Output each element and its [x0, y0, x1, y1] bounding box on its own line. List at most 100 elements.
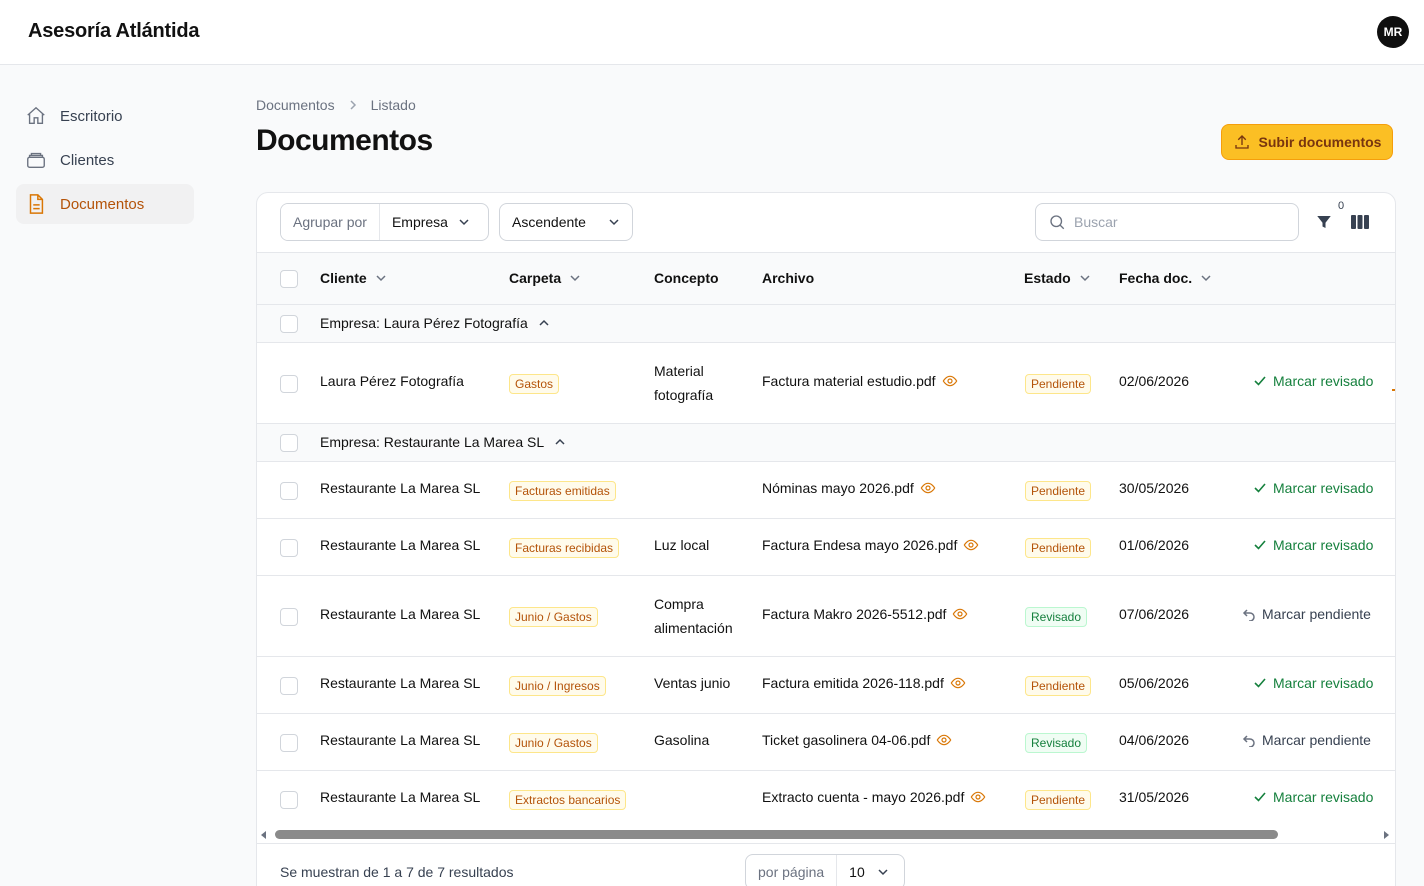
folder-badge: Extractos bancarios [509, 790, 627, 810]
column-header-carpeta[interactable]: Carpeta [509, 270, 581, 286]
breadcrumb-item-documentos[interactable]: Documentos [256, 97, 335, 113]
file-name: Factura Makro 2026-5512.pdf [762, 606, 947, 622]
column-header-label: Cliente [320, 270, 367, 286]
documents-table-card: Agrupar por Empresa Ascendente 0 Cliente [256, 192, 1396, 886]
eye-icon[interactable] [970, 789, 986, 805]
eye-icon[interactable] [920, 480, 936, 496]
sidebar-item-clientes[interactable]: Clientes [16, 140, 194, 180]
table-row[interactable]: Laura Pérez Fotografía Gastos Material f… [257, 343, 1395, 424]
group-row[interactable]: Empresa: Laura Pérez Fotografía [257, 305, 1395, 343]
undo-icon [1242, 609, 1255, 621]
cell-file[interactable]: Nóminas mayo 2026.pdf [762, 480, 936, 496]
sidebar-item-escritorio[interactable]: Escritorio [16, 96, 194, 136]
upload-button-label: Subir documentos [1258, 134, 1382, 150]
mark-reviewed-button[interactable]: Marcar revisado [1253, 537, 1373, 553]
select-all-checkbox[interactable] [280, 270, 298, 288]
column-header-estado[interactable]: Estado [1024, 270, 1091, 286]
order-select[interactable]: Ascendente [499, 203, 633, 241]
folder-badge: Junio / Gastos [509, 733, 598, 753]
cell-file[interactable]: Factura emitida 2026-118.pdf [762, 675, 966, 691]
column-header-label: Estado [1024, 270, 1071, 286]
columns-icon[interactable] [1349, 211, 1371, 233]
filter-icon[interactable] [1313, 211, 1335, 233]
scroll-left-icon[interactable] [261, 831, 266, 839]
upload-documents-button[interactable]: Subir documentos [1221, 124, 1393, 160]
group-checkbox[interactable] [280, 315, 298, 333]
sidebar-item-documentos[interactable]: Documentos [16, 184, 194, 224]
chevron-down-icon [1080, 275, 1090, 282]
row-checkbox[interactable] [280, 375, 298, 393]
table-row[interactable]: Restaurante La Marea SL Junio / Ingresos… [257, 657, 1395, 714]
column-header-label: Archivo [762, 270, 815, 286]
status-badge: Revisado [1025, 607, 1088, 627]
mark-reviewed-button[interactable]: Marcar revisado [1253, 675, 1373, 691]
column-header-fecha[interactable]: Fecha doc. [1119, 270, 1212, 286]
action-label: Marcar revisado [1273, 789, 1374, 805]
cell-file[interactable]: Factura material estudio.pdf [762, 373, 958, 389]
documents-table: Cliente Carpeta Concepto Archivo Estado … [257, 253, 1395, 833]
user-avatar[interactable]: MR [1377, 16, 1409, 48]
breadcrumb-item-listado: Listado [370, 97, 416, 113]
row-checkbox[interactable] [280, 608, 298, 626]
table-row[interactable]: Restaurante La Marea SL Junio / Gastos C… [257, 576, 1395, 657]
per-page-select[interactable]: por página 10 [745, 854, 905, 886]
search-icon [1050, 215, 1065, 230]
mark-reviewed-button[interactable]: Marcar revisado [1253, 480, 1373, 496]
cell-file[interactable]: Extracto cuenta - mayo 2026.pdf [762, 789, 986, 805]
table-row[interactable]: Restaurante La Marea SL Facturas recibid… [257, 519, 1395, 576]
cell-date: 04/06/2026 [1119, 732, 1190, 748]
group-row[interactable]: Empresa: Restaurante La Marea SL [257, 424, 1395, 462]
group-by-select[interactable]: Agrupar por Empresa [280, 203, 489, 241]
folder-badge: Gastos [509, 374, 560, 394]
cell-client: Restaurante La Marea SL [320, 480, 481, 496]
chevron-down-icon [459, 219, 469, 226]
eye-icon[interactable] [942, 373, 958, 389]
search-box [1035, 203, 1299, 241]
file-name: Factura material estudio.pdf [762, 373, 936, 389]
scroll-right-icon[interactable] [1384, 831, 1389, 839]
mark-pending-button[interactable]: Marcar pendiente [1242, 606, 1371, 622]
file-name: Factura Endesa mayo 2026.pdf [762, 537, 958, 553]
cell-file[interactable]: Factura Makro 2026-5512.pdf [762, 606, 968, 622]
table-row[interactable]: Restaurante La Marea SL Facturas emitida… [257, 462, 1395, 519]
column-header-concepto: Concepto [654, 270, 719, 286]
row-checkbox[interactable] [280, 734, 298, 752]
column-header-cliente[interactable]: Cliente [320, 270, 387, 286]
table-row[interactable]: Restaurante La Marea SL Junio / Gastos G… [257, 714, 1395, 771]
cell-file[interactable]: Ticket gasolinera 04-06.pdf [762, 732, 952, 748]
row-checkbox[interactable] [280, 677, 298, 695]
row-checkbox[interactable] [280, 482, 298, 500]
mark-pending-button[interactable]: Marcar pendiente [1242, 732, 1371, 748]
search-input[interactable] [1074, 214, 1274, 230]
undo-icon [1242, 735, 1255, 747]
mark-reviewed-button[interactable]: Marcar revisado [1253, 789, 1373, 805]
results-summary: Se muestran de 1 a 7 de 7 resultados [280, 864, 514, 880]
chevron-up-icon[interactable] [538, 317, 550, 329]
check-icon [1254, 540, 1266, 550]
horizontal-scrollbar[interactable] [257, 827, 1395, 843]
file-name: Factura emitida 2026-118.pdf [762, 675, 944, 691]
table-toolbar: Agrupar por Empresa Ascendente 0 [257, 193, 1395, 253]
folder-badge: Facturas emitidas [509, 481, 616, 501]
action-label: Marcar revisado [1273, 480, 1374, 496]
column-header-label: Carpeta [509, 270, 562, 286]
action-label: Marcar pendiente [1262, 732, 1371, 748]
group-checkbox[interactable] [280, 434, 298, 452]
eye-icon[interactable] [952, 606, 968, 622]
row-checkbox[interactable] [280, 539, 298, 557]
scrollbar-thumb[interactable] [275, 830, 1278, 839]
chevron-up-icon[interactable] [554, 436, 566, 448]
file-name: Ticket gasolinera 04-06.pdf [762, 732, 931, 748]
mark-reviewed-button[interactable]: Marcar revisado [1253, 373, 1373, 389]
row-checkbox[interactable] [280, 791, 298, 809]
eye-icon[interactable] [950, 675, 966, 691]
per-page-value: 10 [849, 864, 865, 880]
eye-icon[interactable] [963, 537, 979, 553]
status-badge: Revisado [1025, 733, 1088, 753]
cell-date: 31/05/2026 [1119, 789, 1190, 805]
eye-icon[interactable] [936, 732, 952, 748]
cell-concept: Material fotografía [654, 363, 714, 403]
cell-client: Restaurante La Marea SL [320, 789, 481, 805]
table-row[interactable]: Restaurante La Marea SL Extractos bancar… [257, 771, 1395, 828]
cell-file[interactable]: Factura Endesa mayo 2026.pdf [762, 537, 979, 553]
